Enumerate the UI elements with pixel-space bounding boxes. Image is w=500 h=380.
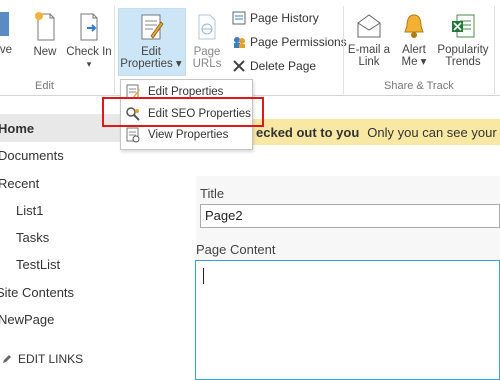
pencil-icon (3, 355, 11, 363)
email-link-button[interactable]: E-mail a Link (346, 12, 392, 68)
nav-item-list1[interactable]: List1 (16, 203, 43, 218)
banner-message: Only you can see your r (367, 124, 500, 140)
edit-links-button[interactable]: EDIT LINKS (2, 352, 83, 366)
page-history-icon (232, 11, 246, 25)
delete-page-label: Delete Page (250, 59, 317, 73)
save-icon (0, 12, 9, 36)
check-in-button[interactable]: Check In ▾ (66, 10, 112, 70)
page-permissions-label: Page Permissions (250, 35, 347, 49)
page-content-label: Page Content (196, 242, 276, 257)
dropdown-item-label: View Properties (148, 129, 229, 141)
page-permissions-icon (234, 37, 245, 48)
nav-item-tasks[interactable]: Tasks (16, 230, 49, 245)
new-button[interactable]: New (28, 10, 62, 58)
check-in-label: Check In (66, 46, 112, 58)
edit-properties-label-2: Properties ▾ (120, 58, 182, 70)
check-in-caret: ▾ (86, 59, 92, 69)
email-link-label-1: E-mail a (347, 44, 391, 56)
check-in-icon (80, 13, 98, 41)
page-content-editor[interactable] (195, 260, 500, 380)
page-urls-label-2: URLs (192, 58, 222, 70)
new-label: New (33, 46, 57, 58)
edit-group-label: Edit (35, 80, 54, 92)
edit-properties-content: Edit Properties ▾ (118, 12, 184, 70)
nav-item-documents[interactable]: Documents (0, 148, 64, 163)
alert-me-label-2: Me ▾ (401, 56, 427, 68)
edit-properties-label-1: Edit (141, 46, 161, 58)
page-permissions-button[interactable]: Page Permissions (232, 35, 347, 49)
email-icon (357, 14, 381, 38)
bell-icon (404, 14, 424, 38)
title-input[interactable]: Page2 (200, 204, 500, 228)
nav-item-testlist[interactable]: TestList (16, 257, 60, 272)
save-button[interactable]: ve (0, 10, 16, 56)
title-label: Title (200, 186, 225, 201)
edit-properties-icon (141, 14, 164, 40)
ribbon-separator (114, 6, 115, 94)
popularity-trends-label-1: Popularity (437, 44, 489, 56)
page-urls-icon (198, 14, 216, 40)
share-track-group-label: Share & Track (384, 80, 454, 92)
alert-me-label-1: Alert (402, 44, 426, 56)
alert-me-button[interactable]: Alert Me ▾ (396, 12, 432, 68)
ribbon-separator (343, 6, 344, 94)
excel-trends-icon (452, 14, 475, 38)
page-history-label: Page History (250, 11, 319, 25)
view-properties-icon (126, 127, 140, 143)
ribbon-separator (494, 6, 495, 94)
popularity-trends-label-2: Trends (445, 56, 481, 68)
nav-item-home[interactable]: Home (0, 121, 34, 136)
page-history-button[interactable]: Page History (232, 11, 319, 25)
page-urls-label-1: Page (193, 46, 221, 58)
email-link-label-2: Link (358, 56, 380, 68)
new-document-icon (35, 12, 55, 41)
nav-item-newpage[interactable]: NewPage (0, 312, 54, 327)
banner-bold-text: ecked out to you (256, 124, 360, 140)
delete-page-button[interactable]: Delete Page (232, 59, 316, 73)
popularity-trends-button[interactable]: Popularity Trends (436, 12, 490, 68)
text-cursor (203, 268, 204, 284)
dropdown-item-view-properties[interactable]: View Properties (121, 125, 252, 145)
nav-item-site-contents[interactable]: Site Contents (0, 285, 74, 300)
delete-icon (233, 60, 245, 72)
nav-item-recent[interactable]: Recent (0, 176, 39, 191)
save-label: ve (0, 44, 13, 56)
page-urls-button[interactable]: Page URLs (190, 12, 224, 70)
highlight-box (102, 97, 264, 127)
edit-links-label: EDIT LINKS (18, 352, 84, 366)
